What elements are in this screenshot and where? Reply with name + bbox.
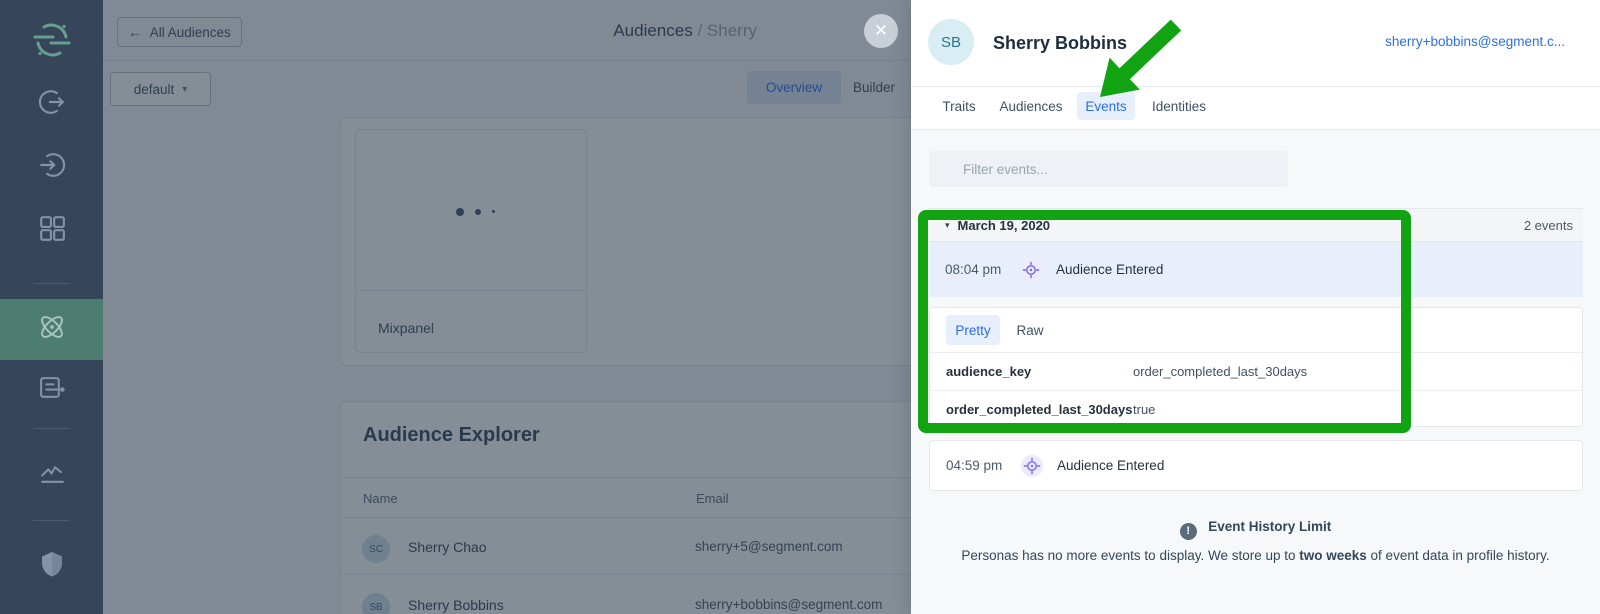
privacy-shield-icon	[39, 550, 65, 583]
tab-label: Identities	[1152, 99, 1206, 114]
alert-icon: !	[1180, 523, 1197, 540]
filter-events-input[interactable]	[929, 151, 1288, 187]
segment-logo[interactable]	[0, 12, 103, 68]
view-tab-pretty[interactable]: Pretty	[946, 315, 1000, 345]
view-tab-raw[interactable]: Raw	[1012, 315, 1048, 345]
sidebar-item-destinations[interactable]	[0, 139, 103, 195]
tab-label: Audiences	[999, 99, 1062, 114]
profile-panel: SB Sherry Bobbins sherry+bobbins@segment…	[911, 0, 1600, 614]
app-window: ← All Audiences Audiences / Sherry defau…	[0, 0, 1600, 614]
tab-events[interactable]: Events	[1077, 92, 1135, 120]
event-time: 08:04 pm	[945, 262, 1007, 277]
collapse-caret-icon: ▾	[945, 220, 950, 231]
sidebar-divider	[33, 428, 70, 429]
event-name: Audience Entered	[1057, 458, 1164, 473]
tab-identities[interactable]: Identities	[1146, 92, 1212, 120]
event-row[interactable]: 04:59 pm Audience Entered	[929, 440, 1583, 491]
catalog-icon	[38, 214, 66, 247]
property-key: audience_key	[946, 364, 1031, 379]
sidebar	[0, 0, 103, 614]
tab-label: Traits	[942, 99, 975, 114]
event-name: Audience Entered	[1056, 262, 1163, 277]
sources-icon	[38, 88, 66, 121]
event-group-count: 2 events	[1524, 218, 1573, 233]
tab-audiences[interactable]: Audiences	[996, 92, 1066, 120]
journeys-icon	[38, 374, 66, 407]
sidebar-item-privacy[interactable]	[0, 538, 103, 594]
sidebar-divider	[33, 520, 70, 521]
sidebar-item-sources[interactable]	[0, 76, 103, 132]
detail-divider	[930, 352, 1582, 353]
history-limit-message: Personas has no more events to display. …	[911, 548, 1600, 563]
tab-label: Events	[1085, 99, 1126, 114]
event-row[interactable]: 08:04 pm Audience Entered	[929, 242, 1583, 297]
sidebar-item-personas[interactable]	[0, 299, 103, 360]
property-key: order_completed_last_30days	[946, 402, 1132, 417]
modal-overlay[interactable]	[103, 0, 911, 614]
destinations-icon	[38, 151, 66, 184]
analytics-chart-icon	[38, 460, 66, 493]
profile-name: Sherry Bobbins	[993, 33, 1127, 54]
event-group-date: March 19, 2020	[958, 218, 1051, 233]
detail-divider	[930, 390, 1582, 391]
sidebar-divider	[33, 283, 70, 284]
close-icon: ✕	[874, 21, 888, 41]
personas-atom-icon	[37, 312, 67, 347]
event-history-limit: ! Event History Limit Personas has no mo…	[911, 518, 1600, 563]
view-tab-label: Pretty	[955, 323, 990, 338]
close-button[interactable]: ✕	[864, 14, 898, 48]
audience-event-icon	[1021, 455, 1043, 477]
panel-divider	[911, 86, 1600, 87]
event-detail-card: Pretty Raw audience_key order_completed_…	[929, 307, 1583, 427]
profile-avatar: SB	[928, 19, 974, 65]
audience-event-icon	[1020, 259, 1042, 281]
event-time: 04:59 pm	[946, 458, 1008, 473]
sidebar-item-journeys[interactable]	[0, 362, 103, 418]
tab-traits[interactable]: Traits	[936, 92, 982, 120]
view-tab-label: Raw	[1016, 323, 1043, 338]
event-group-header[interactable]: ▾ March 19, 2020 2 events	[929, 208, 1583, 242]
property-value: order_completed_last_30days	[1133, 364, 1307, 379]
property-value: true	[1133, 402, 1155, 417]
events-section: ▾ March 19, 2020 2 events 08:04 pm	[911, 130, 1600, 614]
profile-email-link[interactable]: sherry+bobbins@segment.c...	[1385, 34, 1565, 49]
sidebar-item-analytics[interactable]	[0, 448, 103, 504]
history-limit-title: Event History Limit	[1208, 519, 1331, 534]
sidebar-item-catalog[interactable]	[0, 202, 103, 258]
